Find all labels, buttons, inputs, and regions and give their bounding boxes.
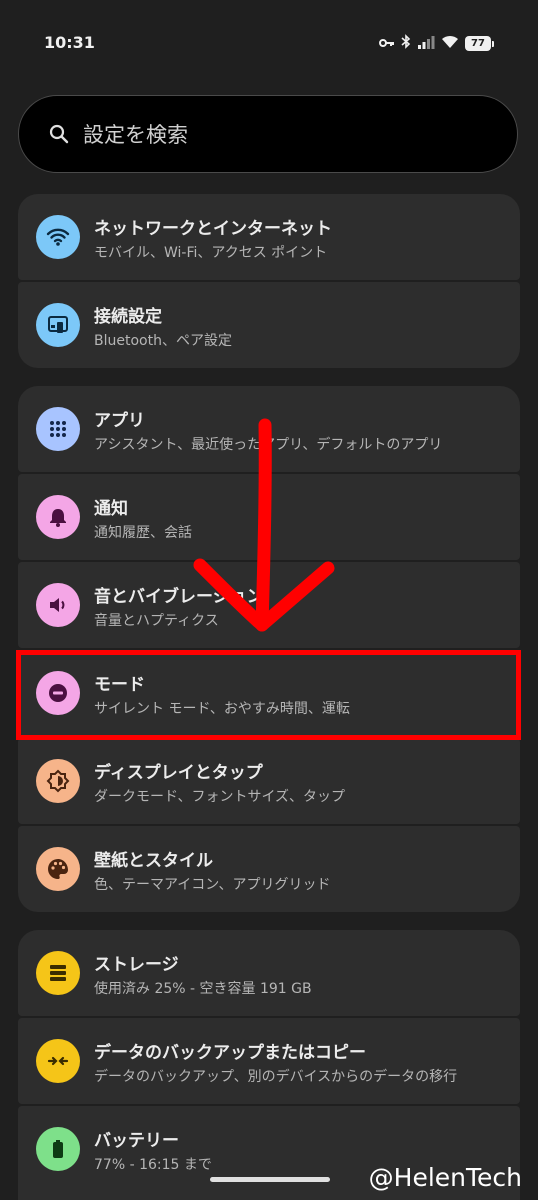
settings-item-title: 通知	[94, 499, 128, 519]
settings-item-title: ストレージ	[94, 955, 179, 975]
settings-item-title: 壁紙とスタイル	[94, 851, 213, 871]
search-icon	[47, 122, 71, 146]
transfer-icon	[36, 1039, 80, 1083]
settings-item-network[interactable]: ネットワークとインターネット モバイル、Wi-Fi、アクセス ポイント	[18, 194, 520, 280]
settings-item-title: バッテリー	[94, 1131, 179, 1151]
battery-icon	[36, 1127, 80, 1171]
settings-item-display[interactable]: ディスプレイとタップ ダークモード、フォントサイズ、タップ	[18, 738, 520, 824]
speaker-icon	[36, 583, 80, 627]
battery-level: 77	[465, 36, 491, 51]
settings-item-title: ネットワークとインターネット	[94, 219, 332, 239]
settings-item-subtitle: ダークモード、フォントサイズ、タップ	[94, 789, 346, 805]
status-icons: 77	[379, 34, 494, 53]
settings-item-apps[interactable]: アプリ アシスタント、最近使ったアプリ、デフォルトのアプリ	[18, 386, 520, 472]
settings-item-backup[interactable]: データのバックアップまたはコピー データのバックアップ、別のデバイスからのデータ…	[18, 1018, 520, 1104]
settings-item-title: 接続設定	[94, 307, 162, 327]
search-placeholder: 設定を検索	[83, 123, 188, 147]
settings-item-storage[interactable]: ストレージ 使用済み 25% - 空き容量 191 GB	[18, 930, 520, 1016]
signal-icon	[417, 34, 435, 53]
settings-item-subtitle: 使用済み 25% - 空き容量 191 GB	[94, 981, 312, 997]
brightness-icon	[36, 759, 80, 803]
devices-icon	[36, 303, 80, 347]
palette-icon	[36, 847, 80, 891]
bluetooth-icon	[401, 34, 411, 53]
bell-icon	[36, 495, 80, 539]
watermark: @HelenTech	[368, 1163, 522, 1192]
settings-item-subtitle: モバイル、Wi-Fi、アクセス ポイント	[94, 245, 328, 261]
settings-item-title: データのバックアップまたはコピー	[94, 1043, 366, 1063]
gesture-nav-handle[interactable]	[210, 1177, 330, 1182]
settings-item-title: ディスプレイとタップ	[94, 763, 263, 783]
settings-item-subtitle: 音量とハプティクス	[94, 613, 219, 629]
settings-item-subtitle: 通知履歴、会話	[94, 525, 192, 541]
settings-item-subtitle: データのバックアップ、別のデバイスからのデータの移行	[94, 1069, 458, 1085]
settings-item-title: アプリ	[94, 411, 145, 431]
settings-item-subtitle: Bluetooth、ペア設定	[94, 333, 232, 349]
status-time: 10:31	[44, 33, 95, 52]
settings-item-connected-devices[interactable]: 接続設定 Bluetooth、ペア設定	[18, 282, 520, 368]
settings-item-subtitle: 色、テーマアイコン、アプリグリッド	[94, 877, 331, 893]
search-bar[interactable]: 設定を検索	[18, 95, 518, 173]
settings-group-connectivity: ネットワークとインターネット モバイル、Wi-Fi、アクセス ポイント 接続設定…	[18, 194, 520, 368]
annotation-highlight-box	[16, 650, 521, 740]
settings-group-storage-battery: ストレージ 使用済み 25% - 空き容量 191 GB データのバックアップま…	[18, 930, 520, 1200]
storage-icon	[36, 951, 80, 995]
apps-grid-icon	[36, 407, 80, 451]
settings-item-wallpaper-style[interactable]: 壁紙とスタイル 色、テーマアイコン、アプリグリッド	[18, 826, 520, 912]
settings-item-subtitle: アシスタント、最近使ったアプリ、デフォルトのアプリ	[94, 437, 443, 453]
vpn-key-icon	[379, 34, 395, 53]
battery-status-icon: 77	[465, 36, 494, 51]
settings-item-notifications[interactable]: 通知 通知履歴、会話	[18, 474, 520, 560]
settings-item-sound-vibration[interactable]: 音とバイブレーション 音量とハプティクス	[18, 562, 520, 648]
wifi-status-icon	[441, 34, 459, 53]
settings-item-subtitle: 77% - 16:15 まで	[94, 1157, 212, 1173]
settings-item-title: 音とバイブレーション	[94, 587, 264, 607]
status-bar: 10:31 77	[0, 0, 538, 80]
wifi-icon	[36, 215, 80, 259]
